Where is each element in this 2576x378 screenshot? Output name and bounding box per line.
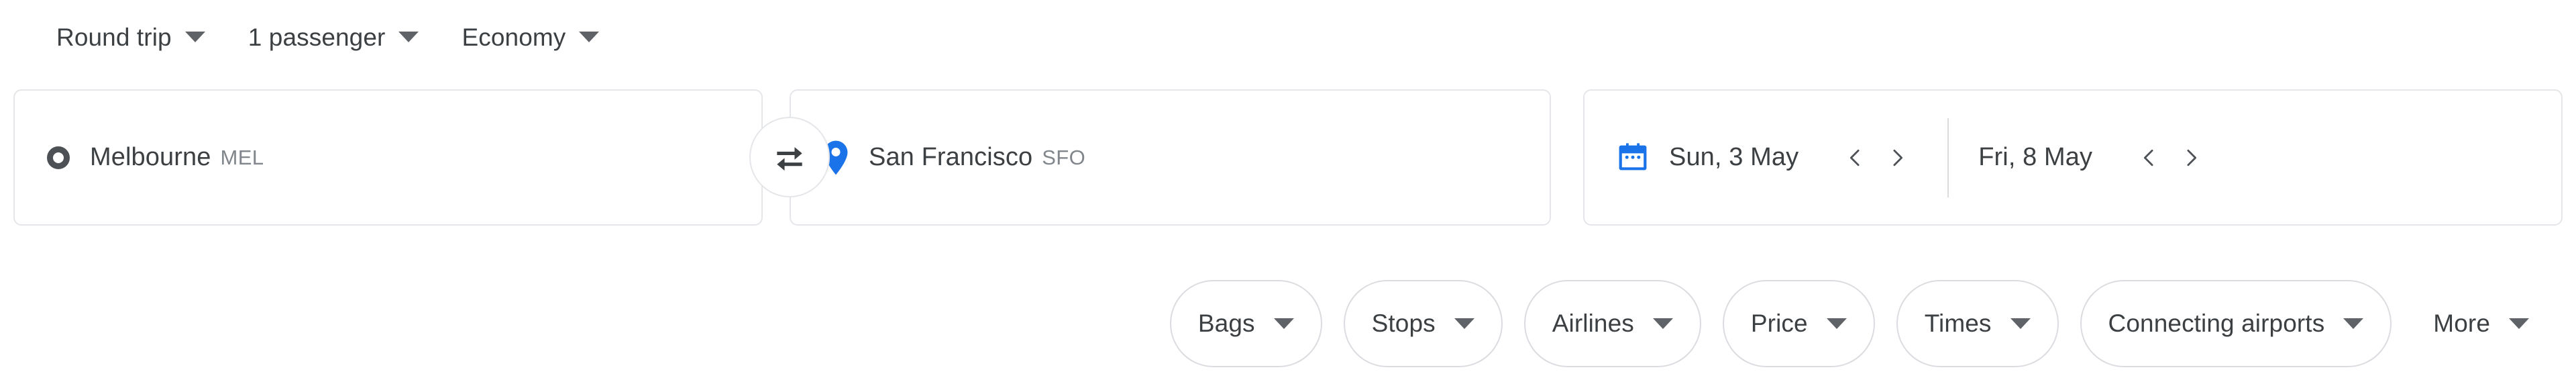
destination-field[interactable]: San Francisco SFO	[790, 89, 1551, 226]
filter-price[interactable]: Price	[1722, 279, 1875, 367]
filter-bags[interactable]: Bags	[1169, 279, 1322, 367]
chevron-down-icon	[2509, 318, 2529, 329]
chevron-down-icon	[2010, 318, 2031, 329]
filter-connecting-airports[interactable]: Connecting airports	[2080, 279, 2392, 367]
chevron-down-icon	[1273, 318, 1294, 329]
chevron-down-icon	[2343, 318, 2364, 329]
chevron-down-icon	[579, 32, 600, 42]
chevron-right-icon	[2187, 149, 2197, 166]
trip-type-label: Round trip	[56, 23, 172, 51]
filter-more-label: More	[2433, 309, 2490, 337]
origin-city: Melbourne	[90, 143, 211, 171]
date-range-field: Sun, 3 May Fri, 8 May	[1583, 89, 2563, 226]
filter-chip-bar: Bags Stops Airlines Price Times Connecti…	[0, 269, 2576, 378]
circle-outline-icon	[47, 146, 70, 169]
return-prev-day-button[interactable]	[2129, 137, 2170, 179]
cabin-class-dropdown[interactable]: Economy	[452, 13, 608, 61]
departure-prev-day-button[interactable]	[1835, 137, 1876, 179]
swap-horizontal-icon	[777, 147, 802, 171]
return-date-nav	[2129, 137, 2212, 179]
passenger-count-dropdown[interactable]: 1 passenger	[239, 13, 429, 61]
date-divider	[1947, 117, 1949, 197]
departure-date-group: Sun, 3 May	[1669, 137, 1918, 179]
filter-airlines[interactable]: Airlines	[1523, 279, 1701, 367]
chevron-down-icon	[1826, 318, 1847, 329]
trip-type-dropdown[interactable]: Round trip	[47, 13, 215, 61]
destination-city: San Francisco	[869, 143, 1033, 171]
chevron-down-icon	[398, 32, 419, 42]
departure-date-value[interactable]: Sun, 3 May	[1669, 143, 1799, 172]
departure-next-day-button[interactable]	[1876, 137, 1918, 179]
passenger-count-label: 1 passenger	[248, 23, 386, 51]
origin-field[interactable]: Melbourne MEL	[13, 89, 763, 226]
chevron-left-icon	[1850, 149, 1860, 166]
filter-stops[interactable]: Stops	[1343, 279, 1503, 367]
departure-date-nav	[1835, 137, 1918, 179]
filter-bags-label: Bags	[1197, 309, 1255, 337]
cabin-class-label: Economy	[462, 23, 566, 51]
filter-airlines-label: Airlines	[1552, 309, 1634, 337]
filter-connecting-airports-label: Connecting airports	[2108, 309, 2325, 337]
chevron-left-icon	[2144, 149, 2153, 166]
destination-airport-code: SFO	[1042, 145, 1086, 169]
calendar-icon	[1619, 142, 1647, 170]
trip-options-bar: Round trip 1 passenger Economy	[0, 0, 633, 74]
filter-more[interactable]: More	[2413, 280, 2549, 367]
chevron-down-icon	[184, 32, 205, 42]
chevron-down-icon	[1454, 318, 1474, 329]
origin-airport-code: MEL	[220, 145, 264, 169]
filter-times[interactable]: Times	[1896, 279, 2059, 367]
chevron-right-icon	[1893, 149, 1903, 166]
flight-search-panel: Melbourne MEL San Francisco SFO Sun, 3 M…	[13, 89, 2563, 226]
filter-stops-label: Stops	[1371, 309, 1436, 337]
filter-times-label: Times	[1924, 309, 1992, 337]
return-date-group: Fri, 8 May	[1978, 137, 2212, 179]
return-next-day-button[interactable]	[2170, 137, 2212, 179]
filter-price-label: Price	[1750, 309, 1808, 337]
swap-origin-destination-button[interactable]	[749, 117, 830, 197]
chevron-down-icon	[1652, 318, 1673, 329]
return-date-value[interactable]: Fri, 8 May	[1978, 143, 2092, 172]
